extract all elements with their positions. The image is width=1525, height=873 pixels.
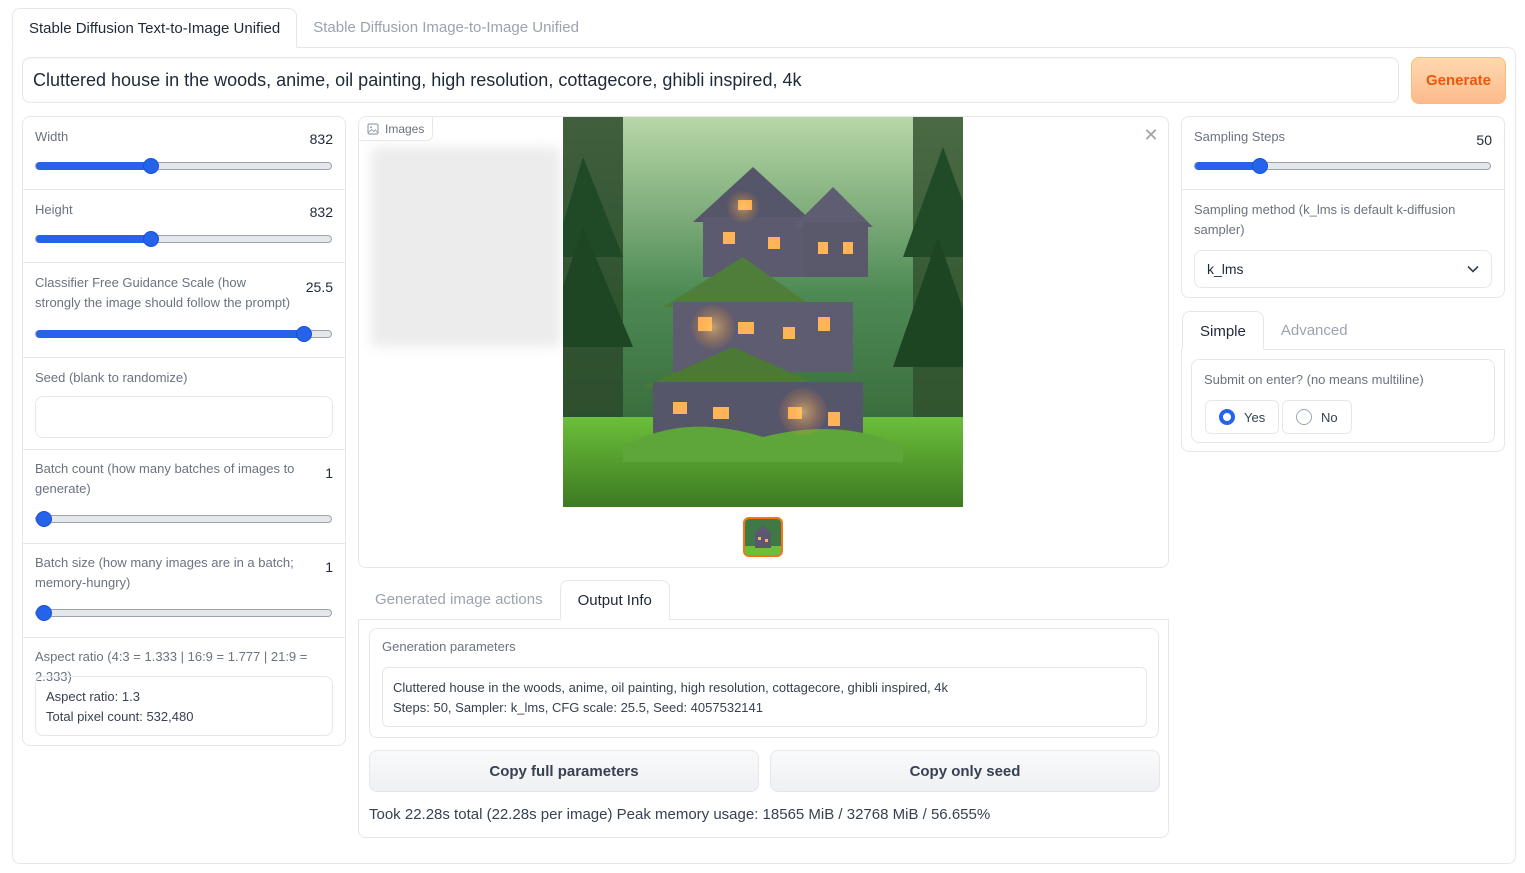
tab-txt2img[interactable]: Stable Diffusion Text-to-Image Unified [12, 8, 298, 48]
generate-button[interactable]: Generate [1411, 57, 1506, 104]
batch-count-label: Batch count (how many batches of images … [35, 461, 295, 496]
slider-handle[interactable] [143, 231, 160, 247]
height-slider-block: Height 832 [23, 190, 345, 263]
generation-parameters: Generation parameters Cluttered house in… [369, 628, 1159, 738]
steps-slider-block: Sampling Steps 50 [1182, 117, 1504, 190]
prompt-input[interactable]: Cluttered house in the woods, anime, oil… [22, 57, 1399, 103]
tab-advanced[interactable]: Advanced [1264, 311, 1365, 350]
width-slider-block: Width 832 [23, 117, 345, 190]
batch-size-slider[interactable] [35, 605, 332, 621]
aspect-output: Aspect ratio: 1.3 Total pixel count: 532… [35, 676, 333, 736]
chevron-down-icon [1467, 265, 1479, 273]
slider-handle[interactable] [296, 326, 313, 342]
height-label: Height [35, 202, 73, 217]
params-prompt-line: Cluttered house in the woods, anime, oil… [393, 680, 949, 695]
radio-checked-icon [1219, 409, 1235, 425]
tab-simple[interactable]: Simple [1182, 311, 1264, 350]
slider-handle[interactable] [1251, 158, 1268, 174]
gallery-label: Images [359, 117, 434, 141]
radio-no-label: No [1321, 409, 1338, 425]
timing-status: Took 22.28s total (22.28s per image) Pea… [369, 806, 991, 823]
close-icon[interactable]: ✕ [1141, 125, 1161, 145]
steps-label: Sampling Steps [1194, 129, 1286, 144]
generation-parameters-label: Generation parameters [382, 639, 516, 654]
seed-block: Seed (blank to randomize) [23, 358, 345, 450]
generated-image[interactable] [563, 117, 963, 507]
batch-count-block: Batch count (how many batches of images … [23, 450, 345, 544]
image-icon [367, 122, 379, 135]
slider-handle[interactable] [36, 605, 52, 621]
seed-label: Seed (blank to randomize) [35, 370, 188, 385]
width-label: Width [35, 129, 69, 144]
seed-input[interactable] [35, 396, 333, 438]
submit-mode-panel: Submit on enter? (no means multiline) Ye… [1181, 349, 1505, 452]
radio-yes-label: Yes [1244, 409, 1266, 425]
cfg-label: Classifier Free Guidance Scale (how stro… [35, 275, 291, 310]
batch-count-slider[interactable] [35, 511, 332, 527]
height-value[interactable]: 832 [310, 204, 333, 220]
height-slider[interactable] [35, 231, 332, 247]
thumbnail-image [745, 519, 781, 555]
tab-output-info[interactable]: Output Info [559, 580, 670, 620]
copy-full-parameters-button[interactable]: Copy full parameters [369, 750, 759, 792]
settings-panel: Width 832 Height 832 Classifier Free Gui… [22, 116, 346, 746]
batch-count-value[interactable]: 1 [325, 465, 333, 481]
blurred-preview [371, 147, 561, 347]
pixel-count-text: Total pixel count: 532,480 [46, 709, 194, 724]
batch-size-block: Batch size (how many images are in a bat… [23, 544, 345, 638]
radio-yes[interactable]: Yes [1205, 400, 1280, 434]
cfg-value[interactable]: 25.5 [306, 279, 333, 295]
submit-on-enter-group: Submit on enter? (no means multiline) Ye… [1191, 359, 1495, 443]
sampler-value: k_lms [1207, 261, 1244, 277]
aspect-block: Aspect ratio (4:3 = 1.333 | 16:9 = 1.777… [23, 638, 345, 745]
steps-slider[interactable] [1194, 158, 1491, 174]
slider-handle[interactable] [36, 511, 52, 527]
mode-tabs: Simple Advanced [1182, 311, 1365, 350]
sampler-label: Sampling method (k_lms is default k-diff… [1194, 202, 1456, 237]
sampler-select[interactable]: k_lms [1194, 250, 1492, 288]
copy-only-seed-button[interactable]: Copy only seed [770, 750, 1160, 792]
radio-unchecked-icon [1296, 409, 1312, 425]
slider-handle[interactable] [143, 158, 160, 174]
output-panel: Generation parameters Cluttered house in… [358, 619, 1169, 838]
main-tabs: Stable Diffusion Text-to-Image Unified S… [12, 8, 595, 48]
batch-size-label: Batch size (how many images are in a bat… [35, 555, 294, 590]
tab-generated-image-actions[interactable]: Generated image actions [358, 580, 560, 620]
batch-size-value[interactable]: 1 [325, 559, 333, 575]
aspect-ratio-text: Aspect ratio: 1.3 [46, 689, 140, 704]
submit-on-enter-label: Submit on enter? (no means multiline) [1204, 372, 1424, 387]
params-settings-line: Steps: 50, Sampler: k_lms, CFG scale: 25… [393, 700, 763, 715]
radio-no[interactable]: No [1282, 400, 1352, 434]
image-gallery: Images ✕ [358, 116, 1169, 568]
cfg-slider[interactable] [35, 326, 332, 342]
tab-img2img[interactable]: Stable Diffusion Image-to-Image Unified [297, 8, 595, 48]
output-tabs: Generated image actions Output Info [358, 580, 670, 620]
sampling-panel: Sampling Steps 50 Sampling method (k_lms… [1181, 116, 1505, 298]
gallery-label-text: Images [385, 121, 425, 136]
generation-parameters-text: Cluttered house in the woods, anime, oil… [382, 667, 1147, 727]
cfg-slider-block: Classifier Free Guidance Scale (how stro… [23, 263, 345, 358]
width-value[interactable]: 832 [310, 131, 333, 147]
width-slider[interactable] [35, 158, 332, 174]
steps-value[interactable]: 50 [1476, 132, 1492, 148]
gallery-thumbnail[interactable] [743, 517, 783, 557]
